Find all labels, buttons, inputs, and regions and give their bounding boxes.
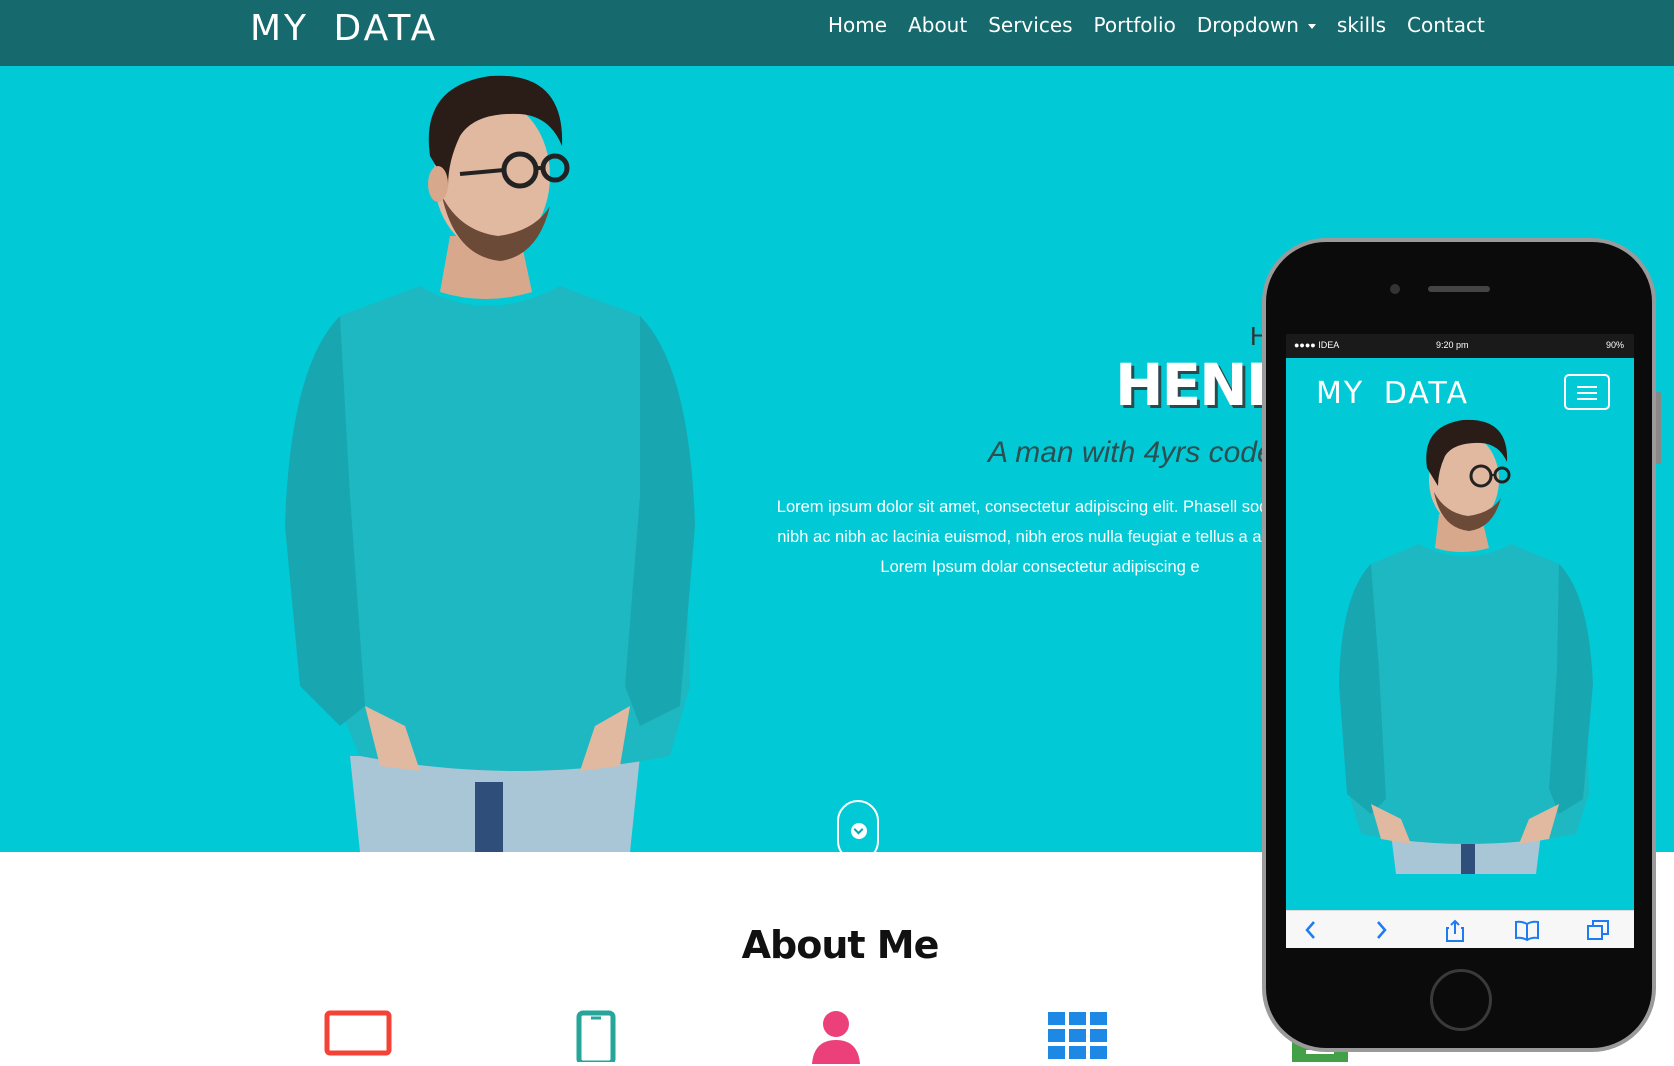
user-icon <box>812 1011 860 1064</box>
back-icon[interactable] <box>1302 919 1320 941</box>
carrier-label: ●●●● IDEA <box>1294 340 1340 350</box>
status-time: 9:20 pm <box>1436 340 1469 350</box>
hero-text-block: H HENRY A man with 4yrs code Lorem ipsum… <box>700 66 1327 852</box>
scroll-down-button[interactable] <box>837 800 879 852</box>
forward-icon[interactable] <box>1372 919 1390 941</box>
phone-mockup: ●●●● IDEA 9:20 pm 90% MY DATA <box>1262 238 1656 1052</box>
camera-icon <box>1390 284 1400 294</box>
mobile-icon <box>576 1010 616 1062</box>
bookmarks-icon[interactable] <box>1514 919 1540 941</box>
home-button[interactable] <box>1430 969 1492 1031</box>
hamburger-icon[interactable] <box>1564 374 1610 410</box>
hero-person-image <box>285 75 695 852</box>
tabs-icon[interactable] <box>1586 919 1612 941</box>
battery-label: 90% <box>1605 340 1624 350</box>
caret-down-icon <box>1307 24 1316 29</box>
mobile-brand[interactable]: MY DATA <box>1316 376 1469 411</box>
share-icon[interactable] <box>1444 919 1466 943</box>
nav-contact[interactable]: Contact <box>1407 12 1485 38</box>
hero-tagline: A man with 4yrs code <box>988 436 1274 469</box>
nav-skills[interactable]: skills <box>1337 12 1386 38</box>
about-title: About Me <box>741 923 940 967</box>
nav-home[interactable]: Home <box>828 12 887 38</box>
speaker-grille <box>1428 286 1490 292</box>
site-brand[interactable]: MY DATA <box>250 8 438 49</box>
mobile-person-image <box>1339 419 1593 874</box>
status-bar: ●●●● IDEA 9:20 pm 90% <box>1286 334 1634 358</box>
chevron-down-icon <box>851 823 867 839</box>
nav-dropdown[interactable]: Dropdown <box>1197 12 1316 38</box>
nav-menu: Home About Services Portfolio Dropdown s… <box>828 12 1485 38</box>
nav-about[interactable]: About <box>908 12 967 38</box>
phone-screen: ●●●● IDEA 9:20 pm 90% MY DATA <box>1286 334 1634 948</box>
hero-description: Lorem ipsum dolor sit amet, consectetur … <box>776 498 1304 576</box>
laptop-icon <box>324 1010 392 1056</box>
navbar: MY DATA Home About Services Portfolio Dr… <box>0 0 1674 66</box>
grid-icon <box>1048 1012 1107 1059</box>
nav-portfolio[interactable]: Portfolio <box>1094 12 1176 38</box>
nav-dropdown-label: Dropdown <box>1196 13 1299 37</box>
safari-toolbar <box>1286 910 1634 948</box>
nav-services[interactable]: Services <box>988 12 1072 38</box>
